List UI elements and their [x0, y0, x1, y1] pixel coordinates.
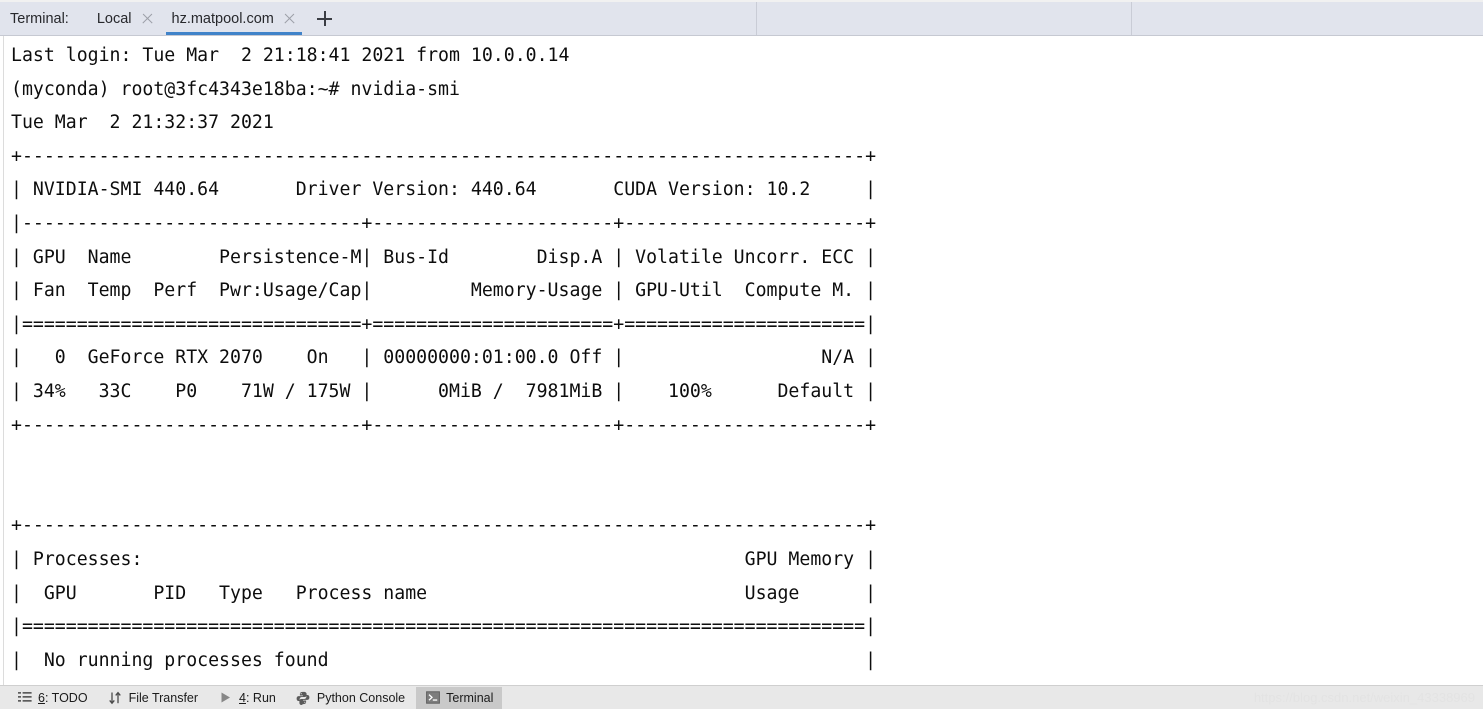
tab-bar-middle-section [757, 2, 1132, 35]
tab-label: hz.matpool.com [171, 10, 274, 27]
status-bar-item-label: Python Console [317, 691, 405, 705]
terminal-tab-local[interactable]: Local [87, 2, 162, 35]
status-bar-item-run[interactable]: 4: Run [209, 687, 285, 709]
tab-bar-right-section [1132, 2, 1483, 35]
status-bar-item-mnemonic: 4 [239, 690, 246, 705]
todo-list-icon [17, 690, 32, 705]
close-icon[interactable] [283, 12, 296, 25]
status-bar-item-text: File Transfer [128, 690, 199, 705]
python-icon [296, 690, 311, 705]
terminal-output-panel[interactable]: Last login: Tue Mar 2 21:18:41 2021 from… [0, 36, 1483, 685]
status-bar-item-terminal[interactable]: Terminal [416, 686, 503, 709]
close-icon[interactable] [141, 12, 154, 25]
file-transfer-icon [108, 690, 123, 705]
terminal-tab-hz-matpool-com[interactable]: hz.matpool.com [162, 2, 304, 35]
status-bar-item-text: : TODO [44, 690, 88, 705]
status-bar-item-label: File Transfer [129, 691, 198, 705]
status-bar-item-todo[interactable]: 6: TODO [8, 687, 97, 709]
run-play-icon [218, 690, 233, 705]
status-bar-item-python-console[interactable]: Python Console [287, 687, 414, 709]
status-bar-item-mnemonic: 6 [38, 690, 45, 705]
terminal-left-border [3, 36, 4, 685]
status-bar-item-label: 4: Run [239, 691, 276, 705]
watermark: https://blog.csdn.net/weixin_43338969 [1253, 690, 1475, 705]
status-bar-item-label: Terminal [446, 691, 493, 705]
plus-icon [317, 11, 333, 26]
active-tab-indicator [165, 32, 302, 35]
tab-bar-left-section: Terminal: Local hz.matpool.com [0, 2, 757, 35]
tab-bar-title: Terminal: [10, 10, 69, 27]
status-bar-item-label: 6: TODO [38, 691, 88, 705]
terminal-icon [425, 690, 440, 705]
status-bar-item-text: : Run [245, 690, 276, 705]
terminal-text[interactable]: Last login: Tue Mar 2 21:18:41 2021 from… [11, 39, 1483, 685]
status-bar: 6: TODO File Transfer 4: Run Python Cons… [0, 685, 1483, 709]
status-bar-item-text: Terminal [446, 690, 494, 705]
terminal-tab-bar: Terminal: Local hz.matpool.com [0, 0, 1483, 36]
terminal-window: Terminal: Local hz.matpool.com Last logi… [0, 0, 1483, 709]
tab-label: Local [96, 10, 132, 27]
status-bar-item-text: Python Console [316, 690, 406, 705]
new-terminal-tab-button[interactable] [310, 2, 340, 35]
status-bar-item-file-transfer[interactable]: File Transfer [99, 687, 207, 709]
